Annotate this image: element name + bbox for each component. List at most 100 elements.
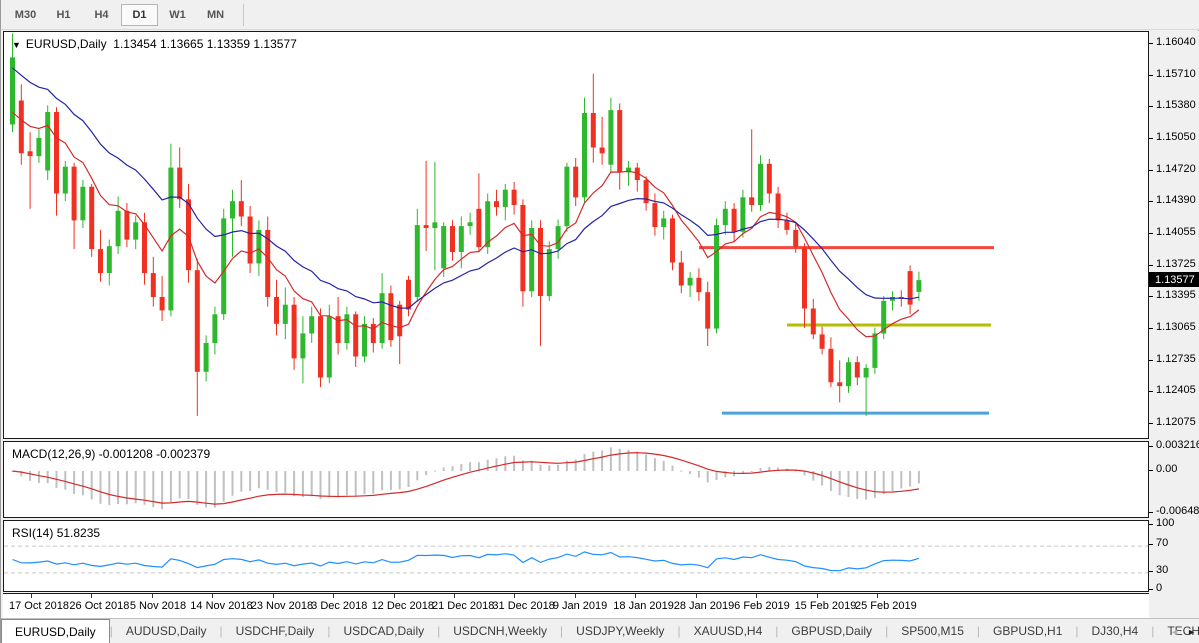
candle-body — [652, 203, 657, 227]
candle-body — [142, 222, 147, 273]
macd-histogram-bar — [355, 471, 357, 496]
candle-body — [573, 167, 578, 198]
tab-scroll-right-icon[interactable]: ► — [1187, 627, 1196, 637]
rsi-indicator-panel[interactable]: RSI(14) 51.8235 — [3, 520, 1149, 592]
macd-axis-label-tick — [1149, 470, 1153, 471]
candle-body — [406, 280, 411, 310]
candle-body — [846, 362, 851, 386]
macd-histogram-bar — [258, 471, 260, 488]
macd-histogram-bar — [592, 452, 594, 471]
macd-histogram-bar — [170, 471, 172, 502]
macd-histogram-bar — [205, 471, 207, 508]
macd-histogram-bar — [540, 465, 542, 471]
macd-histogram-bar — [214, 471, 216, 508]
timeframe-button-h1[interactable]: H1 — [45, 4, 82, 26]
candle-body — [820, 334, 825, 348]
date-label: 18 Jan 2019 — [613, 600, 674, 612]
candle-body — [212, 314, 217, 343]
chart-dropdown-icon[interactable]: ▼ — [12, 40, 21, 50]
candle-body — [591, 113, 596, 148]
macd-histogram-bar — [751, 471, 753, 472]
chart-tab-eurusd[interactable]: EURUSD,Daily — [1, 619, 110, 643]
timeframe-button-d1[interactable]: D1 — [121, 4, 158, 26]
date-tick — [454, 594, 455, 598]
rsi-axis-label: 30 — [1156, 564, 1168, 576]
candle-body — [749, 197, 754, 205]
date-label: 21 Dec 2018 — [432, 600, 494, 612]
candle-body — [300, 333, 305, 358]
macd-histogram-bar — [548, 465, 550, 471]
candle-body — [204, 343, 209, 372]
date-label: 6 Feb 2019 — [734, 600, 790, 612]
macd-histogram-bar — [839, 471, 841, 495]
candle-body — [397, 305, 402, 337]
macd-histogram-bar — [108, 471, 110, 505]
price-axis-label: 1.12735 — [1156, 353, 1196, 365]
macd-histogram-bar — [636, 452, 638, 472]
chart-tab-usdcad[interactable]: USDCAD,Daily — [330, 619, 437, 643]
candlestick-canvas[interactable] — [4, 32, 1148, 438]
candle-body — [784, 220, 789, 230]
candle-body — [459, 226, 464, 252]
chart-tab-audusd[interactable]: AUDUSD,Daily — [113, 619, 220, 643]
date-tick — [333, 594, 334, 598]
timeframe-button-w1[interactable]: W1 — [159, 4, 196, 26]
candle-body — [54, 112, 59, 194]
macd-histogram-bar — [707, 471, 709, 482]
candle-body — [28, 151, 33, 156]
chart-title: ▼EURUSD,Daily 1.13454 1.13665 1.13359 1.… — [12, 37, 297, 51]
timeframe-button-mn[interactable]: MN — [197, 4, 234, 26]
date-tick — [273, 594, 274, 598]
tab-scroll-left-icon[interactable]: ◄ — [1170, 627, 1179, 637]
timeframe-button-h4[interactable]: H4 — [83, 4, 120, 26]
candle-body — [318, 316, 323, 377]
candle-body — [837, 382, 842, 386]
time-axis[interactable]: 17 Oct 201826 Oct 20185 Nov 201814 Nov 2… — [3, 593, 1149, 618]
candle-body — [344, 314, 349, 343]
macd-histogram-bar — [452, 466, 454, 471]
tabs-container: EURUSD,Daily|AUDUSD,Daily|USDCHF,Daily|U… — [1, 619, 1199, 643]
date-label: 26 Oct 2018 — [69, 600, 129, 612]
date-label: 28 Jan 2019 — [674, 600, 735, 612]
candle-body — [828, 349, 833, 383]
chart-tab-dj30[interactable]: DJ30,H4 — [1079, 619, 1152, 643]
price-axis-label: 1.16040 — [1156, 36, 1196, 48]
macd-histogram-bar — [575, 460, 577, 472]
candle-body — [292, 305, 297, 359]
rsi-axis-label-tick — [1149, 524, 1153, 525]
macd-histogram-bar — [416, 471, 418, 480]
chart-tab-xauusd[interactable]: XAUUSD,H4 — [681, 619, 776, 643]
candle-body — [230, 201, 235, 218]
timeframe-button-m30[interactable]: M30 — [7, 4, 44, 26]
price-axis-label-tick — [1149, 328, 1153, 329]
macd-histogram-bar — [64, 471, 66, 490]
macd-axis-label: -0.006485 — [1156, 505, 1199, 517]
macd-axis-label-tick — [1149, 512, 1153, 513]
date-tick — [31, 594, 32, 598]
chart-tab-gbpusd[interactable]: GBPUSD,H1 — [980, 619, 1075, 643]
macd-histogram-bar — [100, 471, 102, 504]
chart-tab-usdcnh[interactable]: USDCNH,Weekly — [440, 619, 560, 643]
chart-tab-sp500[interactable]: SP500,M15 — [888, 619, 977, 643]
candle-body — [239, 201, 244, 216]
price-axis-label-tick — [1149, 360, 1153, 361]
macd-histogram-bar — [856, 471, 858, 499]
candle-body — [520, 205, 525, 291]
candle-body — [696, 278, 701, 292]
candle-body — [327, 316, 332, 377]
chart-tab-usdjpy[interactable]: USDJPY,Weekly — [563, 619, 677, 643]
macd-indicator-panel[interactable]: MACD(12,26,9) -0.001208 -0.002379 — [3, 441, 1149, 518]
price-chart-panel[interactable]: ▼EURUSD,Daily 1.13454 1.13665 1.13359 1.… — [3, 31, 1149, 439]
date-tick — [91, 594, 92, 598]
date-label: 5 Nov 2018 — [130, 600, 186, 612]
macd-histogram-bar — [29, 471, 31, 481]
macd-histogram-bar — [654, 458, 656, 471]
candle-body — [802, 247, 807, 308]
value-axis[interactable]: 1.160401.157101.153801.150501.147201.143… — [1149, 31, 1199, 618]
date-tick — [877, 594, 878, 598]
chart-tab-gbpusd[interactable]: GBPUSD,Daily — [778, 619, 885, 643]
macd-histogram-bar — [672, 466, 674, 471]
date-tick — [514, 594, 515, 598]
chart-tab-usdchf[interactable]: USDCHF,Daily — [223, 619, 328, 643]
macd-histogram-bar — [38, 471, 40, 483]
